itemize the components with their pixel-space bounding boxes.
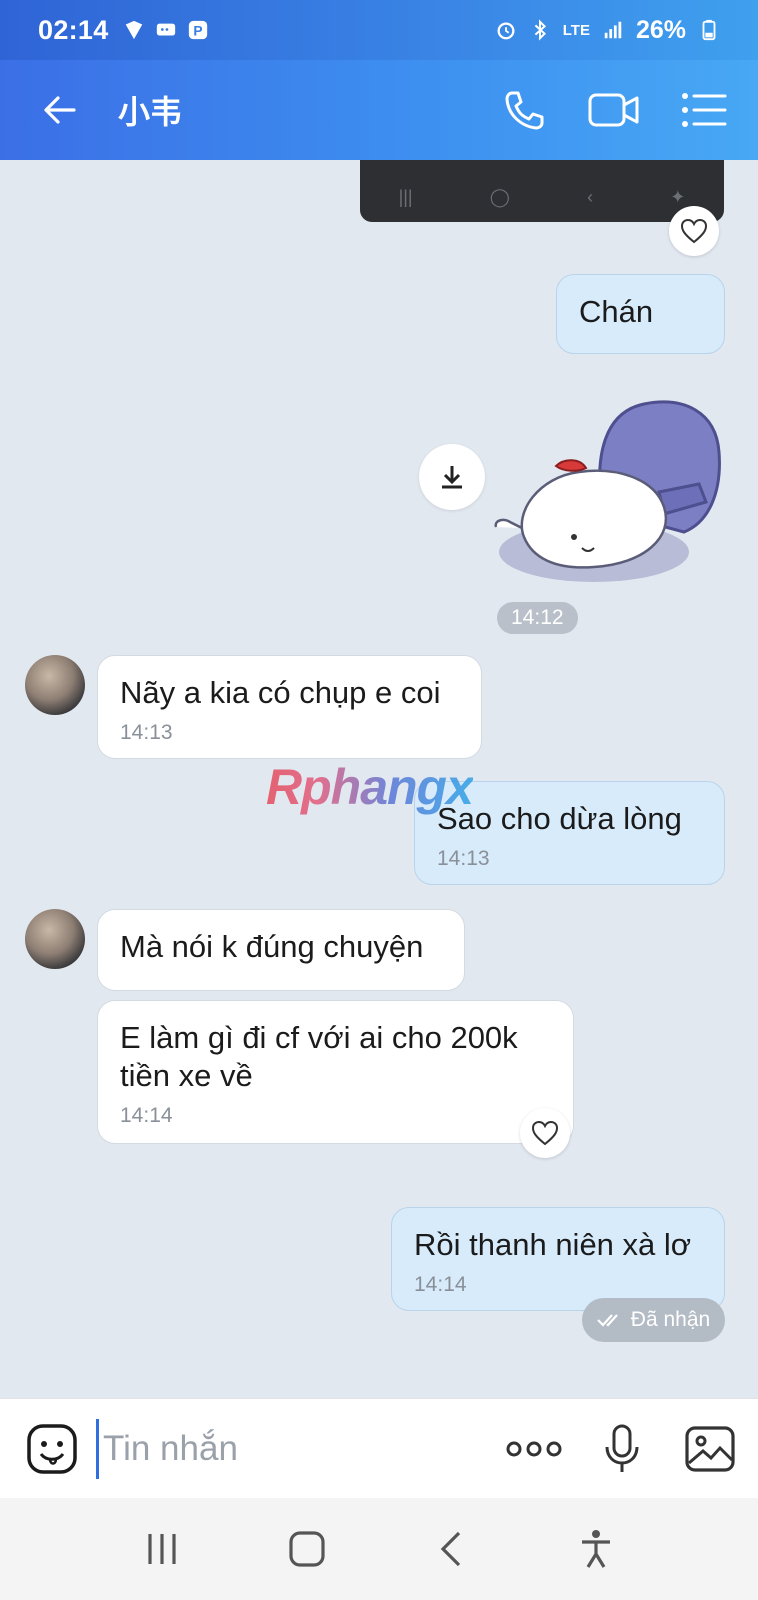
message-text: Mà nói k đúng chuyện (120, 929, 424, 964)
contact-avatar[interactable] (25, 655, 85, 715)
watermark: Rphangx (266, 759, 474, 815)
chat-header: 小韦 (0, 60, 758, 160)
chat-messages[interactable]: ||| ◯ ‹ ✦ Chán 14:12 Nãy a kia có chụp e co… (0, 160, 758, 1398)
message-bubble-outgoing[interactable]: Chán (556, 274, 725, 354)
accessibility-icon (581, 1530, 610, 1568)
message-text: Chán (579, 294, 654, 329)
sticker-timestamp: 14:12 (497, 602, 578, 634)
message-time: 14:13 (120, 720, 173, 744)
accessibility-button[interactable] (561, 1514, 631, 1584)
emoji-button[interactable] (22, 1419, 82, 1479)
microphone-icon (605, 1424, 639, 1472)
chat-title[interactable]: 小韦 (118, 87, 182, 133)
status-notification-icons: P (123, 19, 209, 41)
message-bubble-incoming[interactable]: E làm gì đi cf với ai cho 200k tiền xe v… (97, 1000, 574, 1144)
more-options-button[interactable] (504, 1419, 564, 1479)
heart-icon (680, 218, 708, 244)
react-heart-button[interactable] (669, 206, 719, 256)
message-bubble-incoming[interactable]: Nãy a kia có chụp e coi 14:13 (97, 655, 482, 759)
home-icon (289, 1531, 325, 1567)
status-time: 02:14 (38, 14, 109, 45)
message-input-bar (0, 1398, 758, 1498)
download-sticker-button[interactable] (419, 444, 485, 510)
system-nav-bar (0, 1498, 758, 1600)
back-button[interactable] (30, 80, 90, 140)
double-check-icon (597, 1314, 618, 1327)
video-camera-icon (588, 93, 639, 127)
contact-avatar[interactable] (25, 909, 85, 969)
list-menu-icon (682, 93, 727, 127)
recent-apps-button[interactable] (127, 1514, 197, 1584)
call-button[interactable] (494, 80, 554, 140)
system-back-button[interactable] (416, 1514, 486, 1584)
bluetooth-icon (534, 19, 546, 41)
message-text: E làm gì đi cf với ai cho 200k tiền xe v… (120, 1020, 518, 1093)
message-time: 14:14 (120, 1103, 173, 1127)
download-icon (442, 466, 462, 489)
message-text: Nãy a kia có chụp e coi (120, 675, 441, 710)
message-status-text: Đã nhận (630, 1308, 711, 1331)
video-call-button[interactable] (584, 80, 644, 140)
phone-icon (505, 91, 544, 130)
message-bubble-outgoing[interactable]: Rồi thanh niên xà lơ 14:14 (391, 1207, 725, 1311)
sticker-emoji-icon (27, 1423, 77, 1474)
react-heart-button[interactable] (520, 1108, 570, 1158)
message-time: 14:14 (414, 1272, 467, 1296)
heart-icon (531, 1120, 559, 1146)
shield-icon (125, 20, 142, 40)
voice-message-button[interactable] (592, 1419, 652, 1479)
network-type: LTE (562, 21, 590, 39)
battery-percent: 26% (635, 15, 686, 44)
image-message-preview[interactable]: ||| ◯ ‹ ✦ (360, 160, 724, 222)
message-text: Sao cho dừa lòng (437, 801, 682, 836)
p-app-icon: P (188, 20, 207, 40)
message-input[interactable] (96, 1418, 466, 1479)
arrow-left-icon (44, 96, 76, 124)
message-status-badge: Đã nhận (582, 1298, 725, 1342)
image-gallery-icon (685, 1425, 735, 1472)
chat-menu-button[interactable] (674, 80, 734, 140)
signal-icon (604, 21, 622, 39)
svg-text:P: P (193, 24, 202, 39)
message-time: 14:13 (437, 846, 490, 870)
recent-apps-icon (148, 1534, 176, 1564)
message-icon (156, 23, 175, 36)
sticker-image[interactable] (494, 392, 724, 592)
home-button[interactable] (272, 1514, 342, 1584)
gallery-button[interactable] (680, 1419, 740, 1479)
status-bar: 02:14 P LTE 26% (0, 0, 758, 60)
alarm-icon (497, 22, 515, 40)
more-horizontal-icon (506, 1441, 562, 1456)
status-right: LTE 26% (495, 16, 720, 45)
battery-icon (702, 19, 716, 41)
chevron-left-icon (440, 1531, 461, 1567)
message-text: Rồi thanh niên xà lơ (414, 1227, 692, 1262)
message-bubble-incoming[interactable]: Mà nói k đúng chuyện (97, 909, 465, 991)
